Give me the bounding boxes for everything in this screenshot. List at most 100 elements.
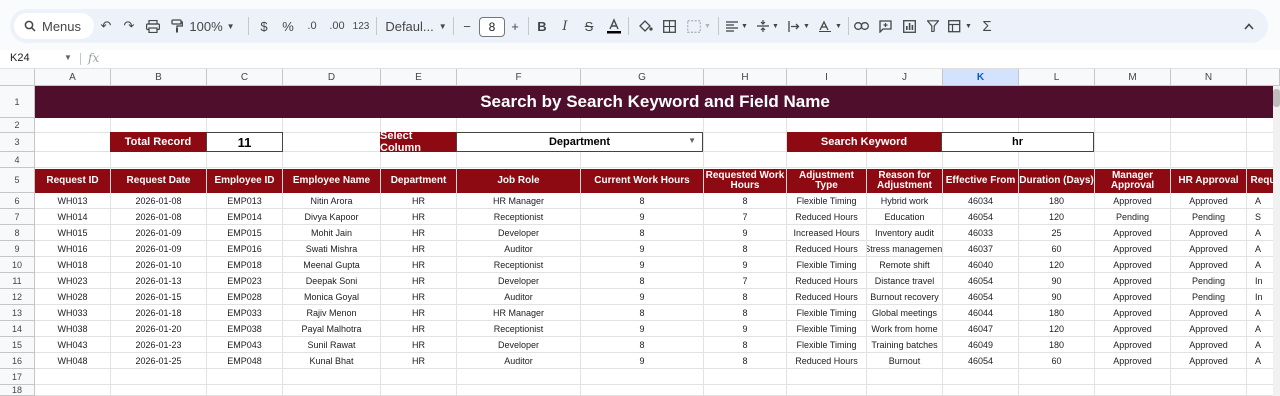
table-cell[interactable]: HR [381, 257, 457, 273]
table-cell[interactable]: Hybrid work [867, 193, 943, 209]
table-cell[interactable]: 2026-01-13 [111, 273, 207, 289]
table-cell[interactable]: Approved [1171, 225, 1247, 241]
redo-icon[interactable]: ↷ [120, 9, 138, 43]
table-cell[interactable]: 46054 [943, 273, 1019, 289]
table-cell[interactable]: Approved [1095, 353, 1171, 369]
table-cell[interactable]: Auditor [457, 241, 581, 257]
table-cell[interactable]: WH043 [35, 337, 111, 353]
select-column-dropdown[interactable]: Department ▼ [456, 132, 703, 152]
table-cell[interactable]: Approved [1171, 241, 1247, 257]
row-header[interactable]: 18 [0, 385, 35, 396]
select-all-corner[interactable] [0, 69, 35, 86]
row-header[interactable]: 10 [0, 257, 35, 273]
table-cell[interactable]: Pending [1171, 273, 1247, 289]
merge-cells-icon[interactable]: ▼ [684, 9, 714, 43]
table-cell[interactable]: Training batches [867, 337, 943, 353]
table-cell[interactable]: Approved [1171, 337, 1247, 353]
table-cell[interactable]: Global meetings [867, 305, 943, 321]
table-cell[interactable]: 8 [704, 289, 787, 305]
table-header-cell[interactable]: Employee ID [207, 169, 283, 193]
table-cell[interactable]: Reduced Hours [787, 273, 867, 289]
table-cell[interactable]: Kunal Bhat [283, 353, 381, 369]
table-cell[interactable]: 180 [1019, 305, 1095, 321]
table-cell[interactable]: Inventory audit [867, 225, 943, 241]
row-header[interactable]: 15 [0, 337, 35, 353]
vertical-align-icon[interactable]: ▼ [755, 9, 781, 43]
column-header[interactable]: D [283, 69, 381, 86]
table-cell[interactable]: Approved [1095, 321, 1171, 337]
comment-icon[interactable] [876, 9, 894, 43]
chevron-down-icon[interactable]: ▼ [64, 53, 72, 62]
column-header[interactable]: A [35, 69, 111, 86]
table-cell[interactable]: Flexible Timing [787, 305, 867, 321]
table-cell[interactable]: EMP048 [207, 353, 283, 369]
table-cell[interactable]: Pending [1095, 209, 1171, 225]
scrollbar-thumb[interactable] [1273, 89, 1280, 107]
table-cell[interactable]: 9 [704, 257, 787, 273]
vertical-scrollbar[interactable] [1273, 86, 1280, 396]
column-header[interactable]: J [867, 69, 943, 86]
table-cell[interactable]: EMP016 [207, 241, 283, 257]
table-cell[interactable]: A [1247, 353, 1275, 369]
row-header[interactable]: 16 [0, 353, 35, 369]
table-cell[interactable]: A [1247, 305, 1275, 321]
table-cell[interactable]: 8 [704, 337, 787, 353]
table-cell[interactable]: 2026-01-15 [111, 289, 207, 305]
table-cell[interactable]: Approved [1095, 257, 1171, 273]
table-cell[interactable]: 120 [1019, 321, 1095, 337]
percent-button[interactable]: % [280, 9, 296, 43]
table-cell[interactable]: 46044 [943, 305, 1019, 321]
minus-icon[interactable]: − [460, 9, 474, 43]
font-size-input[interactable]: 8 [479, 17, 505, 37]
table-cell[interactable]: A [1247, 257, 1275, 273]
table-cell[interactable]: Payal Malhotra [283, 321, 381, 337]
table-cell[interactable]: Developer [457, 337, 581, 353]
table-cell[interactable]: EMP023 [207, 273, 283, 289]
table-cell[interactable]: EMP014 [207, 209, 283, 225]
table-cell[interactable]: 46054 [943, 209, 1019, 225]
table-cell[interactable]: 9 [704, 321, 787, 337]
table-cell[interactable]: HR [381, 353, 457, 369]
table-cell[interactable]: 46034 [943, 193, 1019, 209]
table-cell[interactable]: Deepak Soni [283, 273, 381, 289]
table-cell[interactable]: 8 [581, 305, 704, 321]
table-cell[interactable]: Flexible Timing [787, 321, 867, 337]
table-cell[interactable]: WH013 [35, 193, 111, 209]
column-header[interactable]: N [1171, 69, 1247, 86]
print-icon[interactable] [143, 9, 163, 43]
row-header[interactable]: 13 [0, 305, 35, 321]
table-header-cell[interactable]: Effective From [943, 169, 1019, 193]
table-cell[interactable]: 2026-01-09 [111, 241, 207, 257]
table-cell[interactable]: 2026-01-20 [111, 321, 207, 337]
table-cell[interactable]: 2026-01-25 [111, 353, 207, 369]
table-cell[interactable]: 60 [1019, 353, 1095, 369]
table-cell[interactable]: Reduced Hours [787, 353, 867, 369]
table-cell[interactable]: WH038 [35, 321, 111, 337]
table-cell[interactable]: 9 [581, 209, 704, 225]
row-header[interactable]: 6 [0, 193, 35, 209]
row-header[interactable]: 9 [0, 241, 35, 257]
table-cell[interactable]: Remote shift [867, 257, 943, 273]
table-cell[interactable]: Approved [1095, 225, 1171, 241]
table-cell[interactable]: 2026-01-09 [111, 225, 207, 241]
table-cell[interactable]: 7 [704, 273, 787, 289]
table-cell[interactable]: Approved [1171, 353, 1247, 369]
row-header[interactable]: 11 [0, 273, 35, 289]
table-header-cell[interactable]: Job Role [457, 169, 581, 193]
table-cell[interactable]: S [1247, 209, 1275, 225]
table-cell[interactable]: Meenal Gupta [283, 257, 381, 273]
table-cell[interactable]: 90 [1019, 289, 1095, 305]
row-header[interactable]: 12 [0, 289, 35, 305]
table-cell[interactable]: 9 [704, 225, 787, 241]
table-header-cell[interactable]: Adjustment Type [787, 169, 867, 193]
row-header[interactable]: 4 [0, 152, 35, 168]
text-color-icon[interactable] [605, 9, 623, 43]
column-header[interactable]: M [1095, 69, 1171, 86]
table-cell[interactable]: HR [381, 321, 457, 337]
table-cell[interactable]: EMP038 [207, 321, 283, 337]
fill-color-icon[interactable] [636, 9, 654, 43]
chevron-down-icon[interactable]: ▼ [688, 136, 696, 145]
table-cell[interactable]: Reduced Hours [787, 241, 867, 257]
table-cell[interactable]: Rajiv Menon [283, 305, 381, 321]
table-cell[interactable]: EMP028 [207, 289, 283, 305]
